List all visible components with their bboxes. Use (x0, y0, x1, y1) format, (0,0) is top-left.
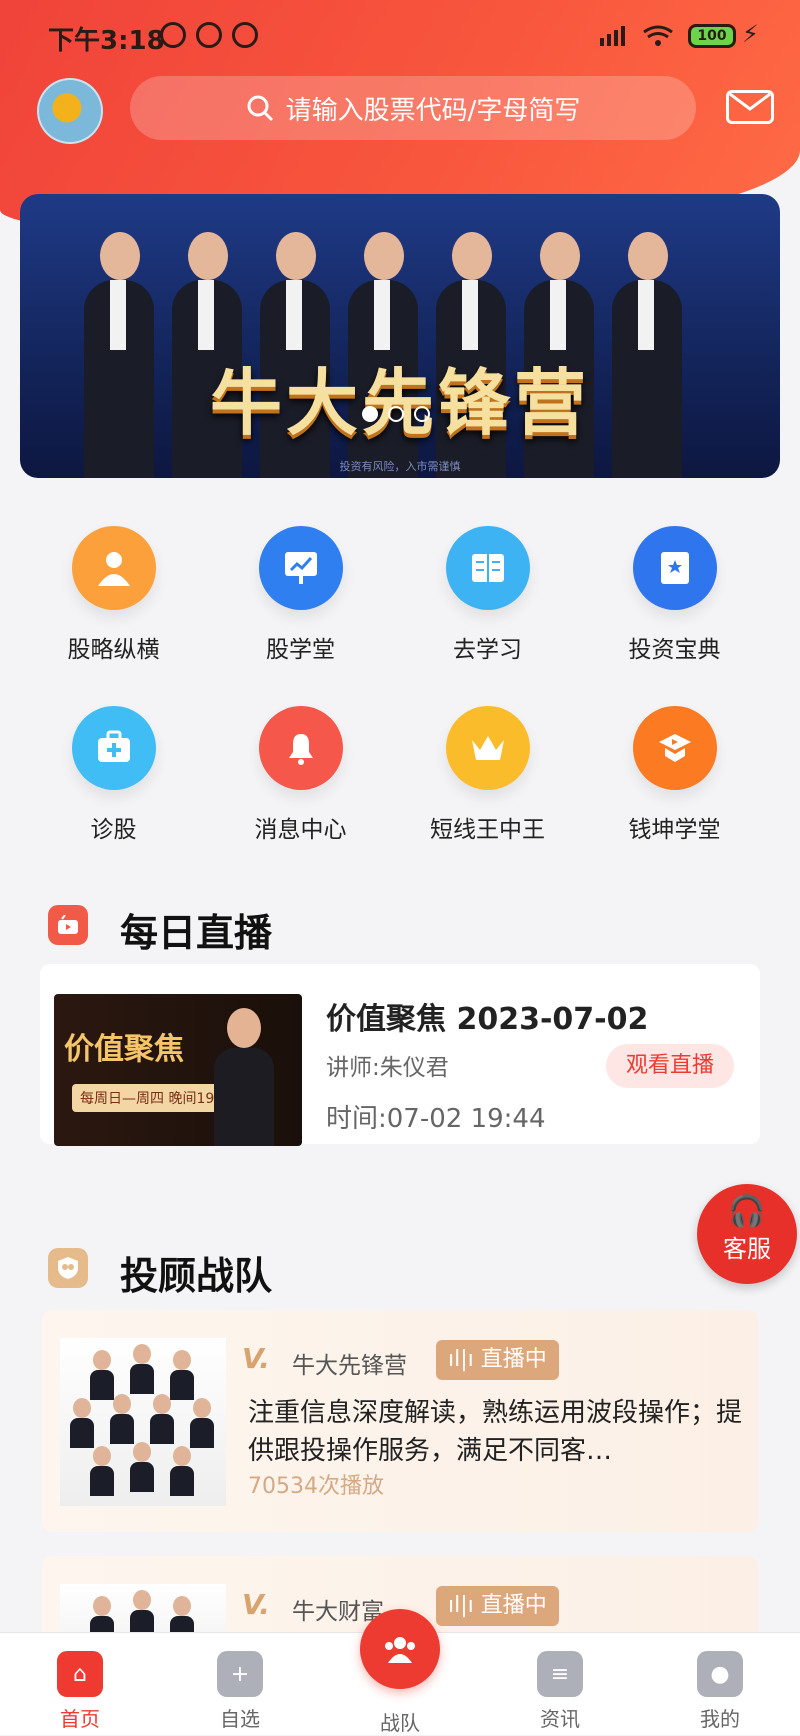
grid-label: 股学堂 (266, 637, 335, 663)
thumb-title: 价值聚焦 (64, 1032, 184, 1067)
bookmark-book-icon (632, 526, 717, 610)
status-icons (160, 22, 258, 48)
tab-home[interactable]: ⌂ 首页 (0, 1633, 160, 1732)
tab-label: 自选 (220, 1707, 260, 1731)
notification-icon-2 (232, 22, 258, 48)
team-name: 牛大先锋营 (292, 1353, 407, 1379)
team-title: 投顾战队 (120, 1254, 273, 1298)
customer-service-label: 客服 (723, 1235, 771, 1263)
grid-item-message-center[interactable]: 消息中心 (207, 706, 394, 844)
team-description: 注重信息深度解读，熟练运用波段操作；提供跟投操作服务，满足不同客… (248, 1398, 743, 1466)
charging-icon: ⚡ (742, 20, 759, 48)
tv-icon (48, 905, 88, 945)
tab-news[interactable]: ≡ 资讯 (480, 1633, 640, 1732)
sound-wave-icon: ıl|ı (448, 1593, 481, 1618)
live-badge: ıl|ı 直播中 (436, 1586, 559, 1626)
watch-live-button[interactable]: 观看直播 (606, 1044, 734, 1088)
status-time: 下午3:18 (48, 26, 165, 56)
carousel-dot[interactable] (414, 406, 430, 422)
bookmark-add-icon: + (217, 1651, 263, 1697)
play-count: 70534次播放 (248, 1474, 384, 1499)
crown-icon (445, 706, 530, 790)
grid-label: 消息中心 (254, 817, 347, 843)
team-photo (60, 1338, 226, 1506)
host-photo (214, 1008, 274, 1146)
mute-icon (160, 22, 186, 48)
bottom-tab-bar: ⌂ 首页 + 自选 战队 ≡ 资讯 ● 我的 (0, 1609, 800, 1736)
search-icon (247, 95, 273, 122)
grid-item-guluezongheng[interactable]: 股略纵横 (20, 526, 207, 664)
live-name: 价值聚焦 2023-07-02 (326, 1002, 649, 1037)
team-card[interactable]: V. 牛大先锋营 ıl|ı 直播中 注重信息深度解读，熟练运用波段操作；提供跟投… (42, 1310, 758, 1532)
customer-service-button[interactable]: 🎧 客服 (697, 1184, 797, 1284)
grid-item-duanxianwang[interactable]: 短线王中王 (394, 706, 581, 844)
tab-label: 首页 (60, 1707, 100, 1731)
grid-item-zhengu[interactable]: 诊股 (20, 706, 207, 844)
carousel-dot[interactable] (388, 406, 404, 422)
presentation-icon (258, 526, 343, 610)
headset-icon: 🎧 (728, 1194, 766, 1229)
live-teacher: 讲师:朱仪君 (326, 1055, 449, 1081)
bell-icon (258, 706, 343, 790)
verified-icon: V. (242, 1588, 270, 1621)
status-bar: 下午3:18 100 ⚡ (0, 0, 800, 72)
banner-title: 牛大先锋营 (209, 361, 590, 445)
tab-label[interactable]: 战队 (360, 1707, 440, 1736)
verified-icon: V. (242, 1342, 270, 1375)
cap-play-icon (632, 706, 717, 790)
team-shield-icon (48, 1248, 88, 1288)
grid-item-qiankunxuetang[interactable]: 钱坤学堂 (581, 706, 768, 844)
home-icon: ⌂ (57, 1651, 103, 1697)
live-thumbnail: 价值聚焦 每周日—周四 晚间19:45分 (54, 994, 302, 1146)
live-time: 时间:07-02 19:44 (326, 1104, 546, 1134)
grid-label: 股略纵横 (67, 637, 160, 663)
notification-icon (196, 22, 222, 48)
team-tab-icon[interactable] (360, 1609, 440, 1689)
grid-label: 去学习 (453, 637, 522, 663)
search-bar[interactable]: 请输入股票代码/字母简写 (130, 76, 696, 140)
tab-profile[interactable]: ● 我的 (640, 1633, 800, 1732)
carousel-dot[interactable] (362, 406, 378, 422)
sound-wave-icon: ıl|ı (448, 1347, 481, 1372)
grid-label: 短线王中王 (430, 817, 545, 843)
grid-item-guxuetang[interactable]: 股学堂 (207, 526, 394, 664)
grid-item-touzibaodian[interactable]: 投资宝典 (581, 526, 768, 664)
grid-label: 诊股 (90, 817, 137, 843)
carousel-dots[interactable] (362, 406, 430, 422)
grid-label: 钱坤学堂 (628, 817, 721, 843)
tab-watchlist[interactable]: + 自选 (160, 1633, 320, 1732)
news-icon: ≡ (537, 1651, 583, 1697)
avatar[interactable] (37, 78, 103, 144)
grid-item-quxuexi[interactable]: 去学习 (394, 526, 581, 664)
search-placeholder: 请输入股票代码/字母简写 (285, 95, 581, 126)
banner-disclaimer: 投资有风险，入市需谨慎 (339, 460, 461, 473)
battery-indicator: 100 (688, 24, 736, 48)
grid-label: 投资宝典 (628, 637, 721, 663)
tab-label: 资讯 (540, 1707, 580, 1731)
daily-live-title: 每日直播 (120, 911, 273, 955)
live-badge: ıl|ı 直播中 (436, 1340, 559, 1380)
promo-banner[interactable]: 牛大先锋营 投资有风险，入市需谨慎 (20, 194, 780, 478)
person-icon (71, 526, 156, 610)
mail-icon[interactable] (726, 90, 774, 124)
book-icon (445, 526, 530, 610)
user-icon: ● (697, 1651, 743, 1697)
signal-wifi-icon (600, 25, 673, 46)
daily-live-card[interactable]: 价值聚焦 每周日—周四 晚间19:45分 价值聚焦 2023-07-02 讲师:… (40, 964, 760, 1146)
tab-label: 我的 (700, 1707, 740, 1731)
medical-kit-icon (71, 706, 156, 790)
